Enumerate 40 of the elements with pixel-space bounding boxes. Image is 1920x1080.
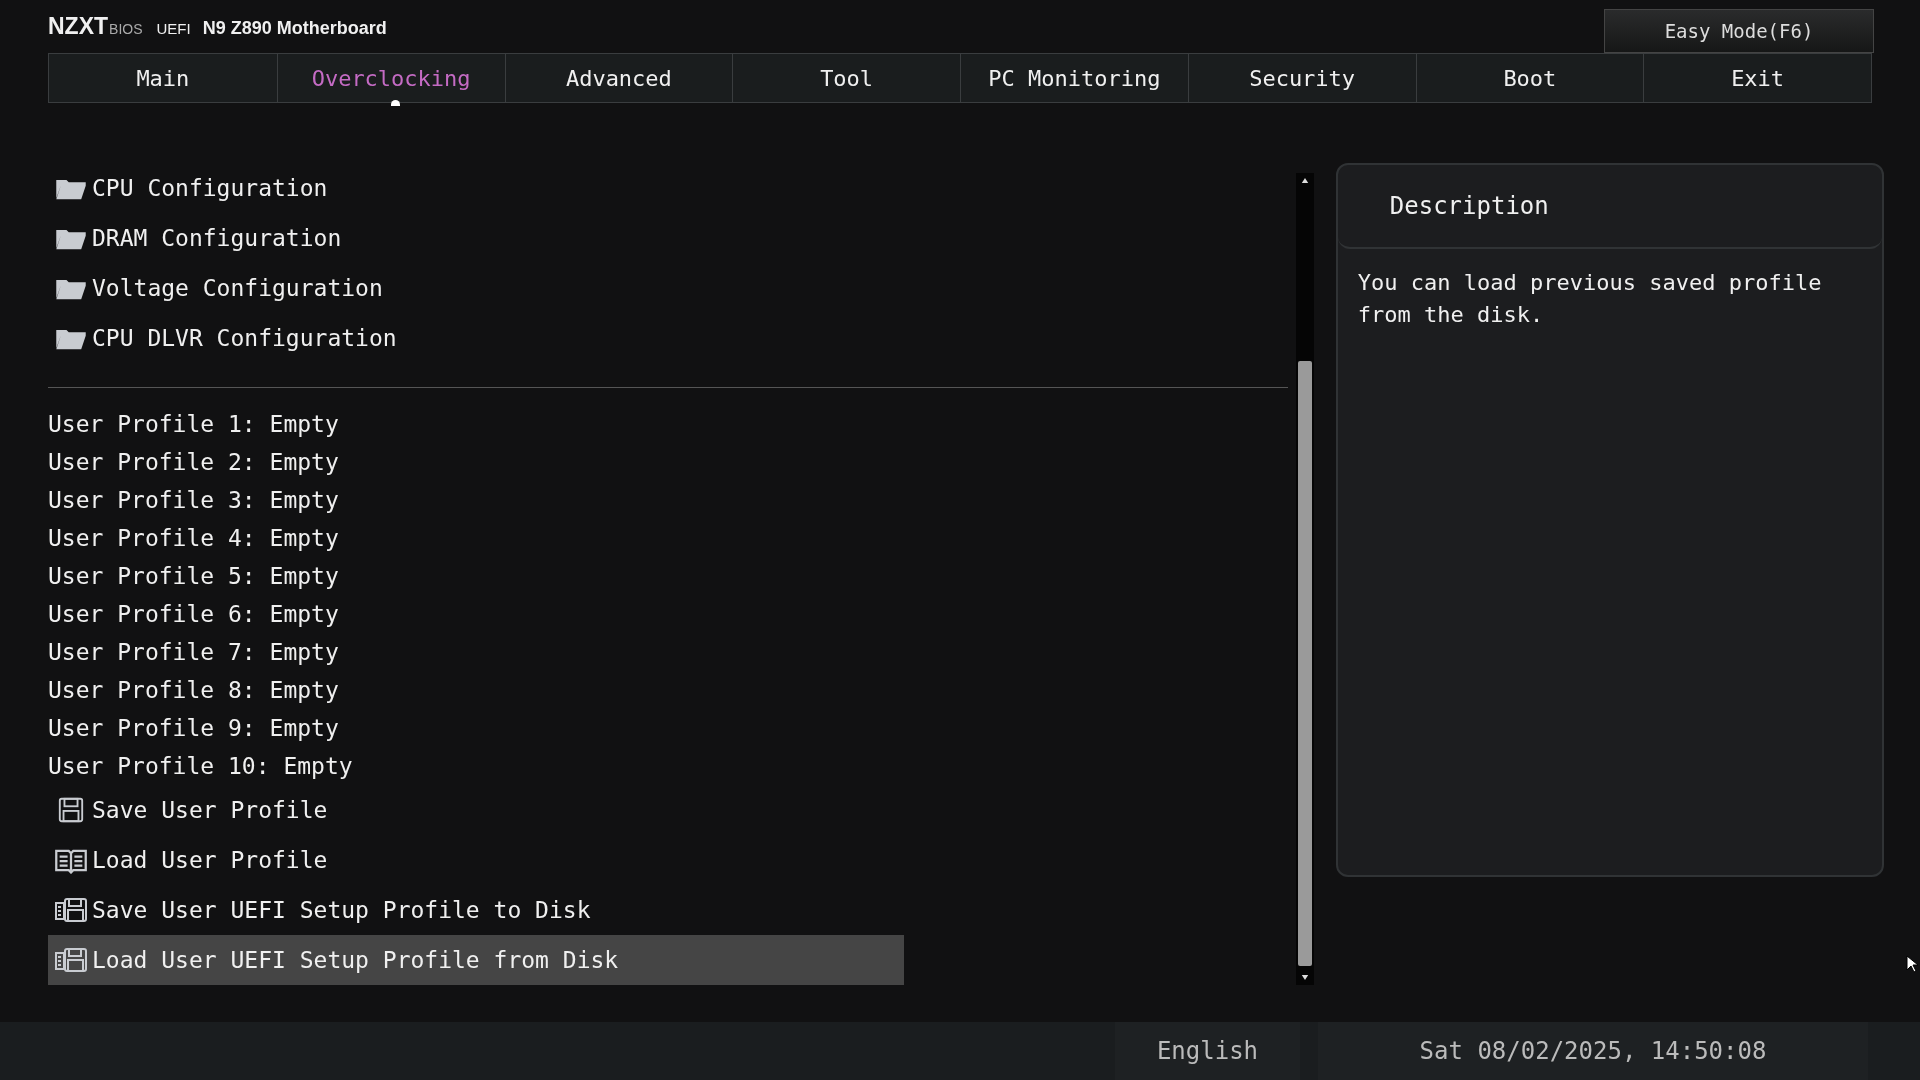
menu-tab[interactable]: Main — [49, 54, 277, 102]
scrollbar[interactable] — [1295, 173, 1314, 985]
brand-logo: NZXT — [48, 13, 109, 40]
menu-tab[interactable]: Exit — [1643, 54, 1871, 102]
submenu-item[interactable]: CPU DLVR Configuration — [48, 313, 1288, 363]
menu-item[interactable]: User Profile 3: Empty — [48, 481, 1288, 519]
menu-item[interactable]: Load User Profile — [48, 835, 1288, 885]
submenu-item[interactable]: CPU Configuration — [48, 163, 1288, 213]
menu-item[interactable]: User Profile 1: Empty — [48, 405, 1288, 443]
date-time: Sat 08/02/2025, 14:50:08 — [1318, 1022, 1868, 1080]
easy-mode-button[interactable]: Easy Mode(F6) — [1604, 8, 1874, 53]
menu-item[interactable]: User Profile 10: Empty — [48, 747, 1288, 785]
menu-item[interactable]: User Profile 9: Empty — [48, 709, 1288, 747]
menu-item[interactable]: Load User UEFI Setup Profile from Disk — [48, 935, 904, 985]
mouse-cursor-icon — [1906, 955, 1918, 973]
menu-item[interactable]: User Profile 8: Empty — [48, 671, 1288, 709]
bios-label: BIOS — [109, 21, 143, 37]
menu-item[interactable]: User Profile 2: Empty — [48, 443, 1288, 481]
menu-tab[interactable]: Boot — [1415, 54, 1644, 102]
board-model: N9 Z890 Motherboard — [202, 18, 387, 39]
menu-tab[interactable]: Advanced — [504, 54, 733, 102]
scroll-up-icon[interactable] — [1300, 177, 1309, 184]
menu-item[interactable]: Save User UEFI Setup Profile to Disk — [48, 885, 1288, 935]
menu-tab[interactable]: Security — [1187, 54, 1416, 102]
description-title: Description — [1389, 192, 1549, 220]
language-selector[interactable]: English — [1115, 1022, 1300, 1080]
uefi-label: UEFI — [156, 20, 191, 37]
menu-tab[interactable]: Tool — [732, 54, 960, 102]
menu-item[interactable]: User Profile 5: Empty — [48, 557, 1288, 595]
menu-item[interactable]: Save User Profile — [48, 785, 1288, 835]
description-text: You can load previous saved profile from the disk. — [1356, 269, 1823, 329]
submenu-item[interactable]: DRAM Configuration — [48, 213, 1288, 263]
menu-item[interactable]: User Profile 6: Empty — [48, 595, 1288, 633]
floppy-disk-icon — [54, 946, 88, 974]
scroll-down-icon[interactable] — [1300, 974, 1309, 981]
menu-item[interactable]: User Profile 7: Empty — [48, 633, 1288, 671]
menu-tab[interactable]: PC Monitoring — [960, 54, 1188, 102]
floppy-disk-icon — [54, 896, 88, 924]
menu-item[interactable]: User Profile 4: Empty — [48, 519, 1288, 557]
submenu-item[interactable]: Voltage Configuration — [48, 263, 1288, 313]
